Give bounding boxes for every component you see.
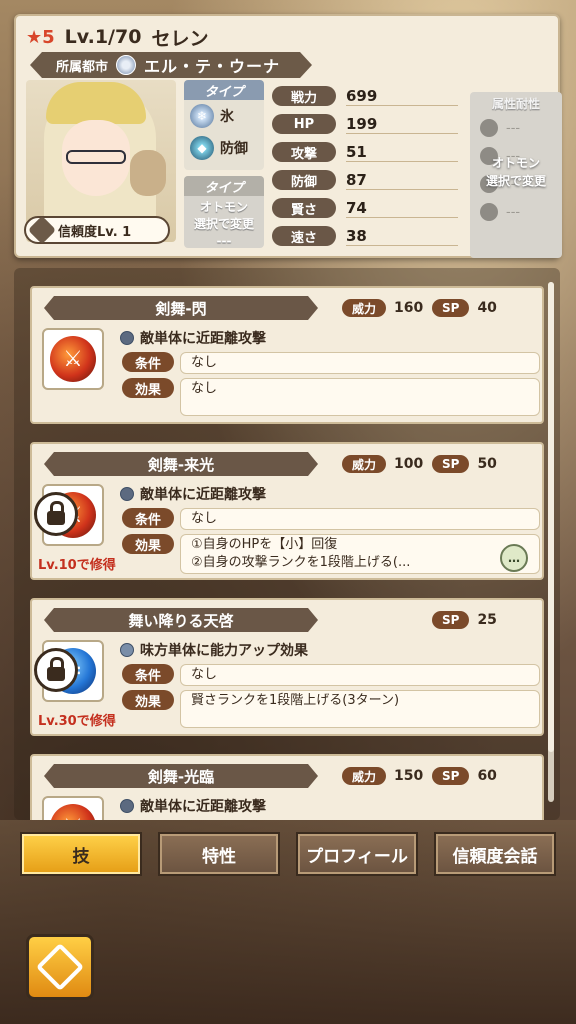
lock-icon	[34, 648, 78, 692]
skill-icon: ⚔	[42, 796, 104, 820]
skill-name: 剣舞-光臨	[44, 764, 318, 788]
attribute-resistance-panel: 属性耐性 --- --- --- --- オトモン 選択で変更	[470, 92, 562, 258]
more-button[interactable]: …	[500, 544, 528, 572]
skill-sp: 60	[477, 768, 497, 784]
stat-attack: 攻撃 51	[272, 138, 458, 166]
stat-defense: 防御 87	[272, 166, 458, 194]
learn-level: Lv.30で修得	[38, 714, 116, 729]
type-header: タイプ	[184, 80, 264, 100]
back-arrow-icon	[35, 942, 85, 992]
character-card: ★5 Lv.1/70 セレン 所属都市 エル・テ・ウーナ 信頼度Lv. 1 タイ…	[14, 14, 562, 258]
tab-skills[interactable]: 技	[20, 832, 142, 876]
shield-icon: ◆	[190, 136, 214, 160]
otomon-type-header: タイプ	[184, 176, 264, 196]
tab-trust-talk[interactable]: 信頼度会話	[434, 832, 556, 876]
skill-list-scrollbar[interactable]	[548, 282, 554, 802]
level: Lv.1/70	[64, 26, 142, 48]
city-emblem-icon	[116, 55, 136, 75]
lock-icon	[34, 492, 78, 536]
trust-level-badge: 信頼度Lv. 1	[24, 215, 170, 245]
skill-name: 剣舞-閃	[44, 296, 318, 320]
skill-sp: 25	[477, 612, 497, 628]
stats-panel: 戦力 699 HP 199 攻撃 51 防御 87 賢さ 74 速さ 38	[272, 82, 458, 252]
trust-icon	[27, 215, 57, 245]
type-ice: ❄ 氷	[184, 100, 264, 132]
skill-card[interactable]: 剣舞-光臨 威力150 SP60 ⚔ 敵単体に近距離攻撃	[30, 754, 544, 820]
tab-traits[interactable]: 特性	[158, 832, 280, 876]
title-row: ★5 Lv.1/70 セレン	[26, 22, 208, 52]
skill-name: 舞い降りる天啓	[44, 608, 318, 632]
rarity: ★5	[26, 26, 55, 48]
skill-card[interactable]: 舞い降りる天啓 SP25 ≏ Lv.30で修得 味方単体に能力アップ効果 条件な…	[30, 598, 544, 736]
tab-profile[interactable]: プロフィール	[296, 832, 418, 876]
target-icon	[120, 331, 134, 345]
otomon-type-note: オトモン 選択で変更 ---	[193, 200, 254, 248]
skill-power: 100	[394, 456, 424, 472]
otomon-type-panel: タイプ オトモン 選択で変更 ---	[184, 176, 264, 248]
fire-element-icon	[480, 119, 498, 137]
ice-icon: ❄	[190, 104, 214, 128]
type-panel: タイプ ❄ 氷 ◆ 防御	[184, 80, 264, 170]
learn-level: Lv.10で修得	[38, 558, 116, 573]
skill-card[interactable]: 剣舞-閃 威力 160 SP 40 ⚔ 敵単体に近距離攻撃 条件 なし 効果 なし	[30, 286, 544, 424]
target-icon	[120, 643, 134, 657]
target-icon	[120, 487, 134, 501]
earth-element-icon	[480, 203, 498, 221]
skill-power: 160	[394, 300, 424, 316]
skill-sp: 40	[477, 300, 497, 316]
city-name: エル・テ・ウーナ	[144, 57, 281, 76]
skill-icon: ⚔	[42, 328, 104, 390]
sword-icon: ⚔	[50, 804, 96, 820]
city-ribbon: 所属都市 エル・テ・ウーナ	[30, 52, 312, 78]
skill-name: 剣舞-来光	[44, 452, 318, 476]
trust-label: 信頼度Lv. 1	[58, 224, 132, 240]
attr-note: オトモン 選択で変更	[485, 156, 546, 188]
stat-speed: 速さ 38	[272, 222, 458, 250]
skill-sp: 50	[477, 456, 497, 472]
stat-power: 戦力 699	[272, 82, 458, 110]
skill-card[interactable]: 剣舞-来光 威力100 SP50 ⚔ Lv.10で修得 敵単体に近距離攻撃 条件…	[30, 442, 544, 580]
city-label: 所属都市	[56, 59, 109, 75]
skill-power: 150	[394, 768, 424, 784]
type-defense: ◆ 防御	[184, 132, 264, 164]
attr-header: 属性耐性	[491, 96, 540, 111]
character-name: セレン	[151, 27, 209, 50]
back-button[interactable]	[26, 934, 94, 1000]
stat-hp: HP 199	[272, 110, 458, 138]
target-icon	[120, 799, 134, 813]
stat-wisdom: 賢さ 74	[272, 194, 458, 222]
skill-list[interactable]: 剣舞-閃 威力 160 SP 40 ⚔ 敵単体に近距離攻撃 条件 なし 効果 なし 剣舞…	[14, 268, 560, 820]
sword-icon: ⚔	[50, 336, 96, 382]
